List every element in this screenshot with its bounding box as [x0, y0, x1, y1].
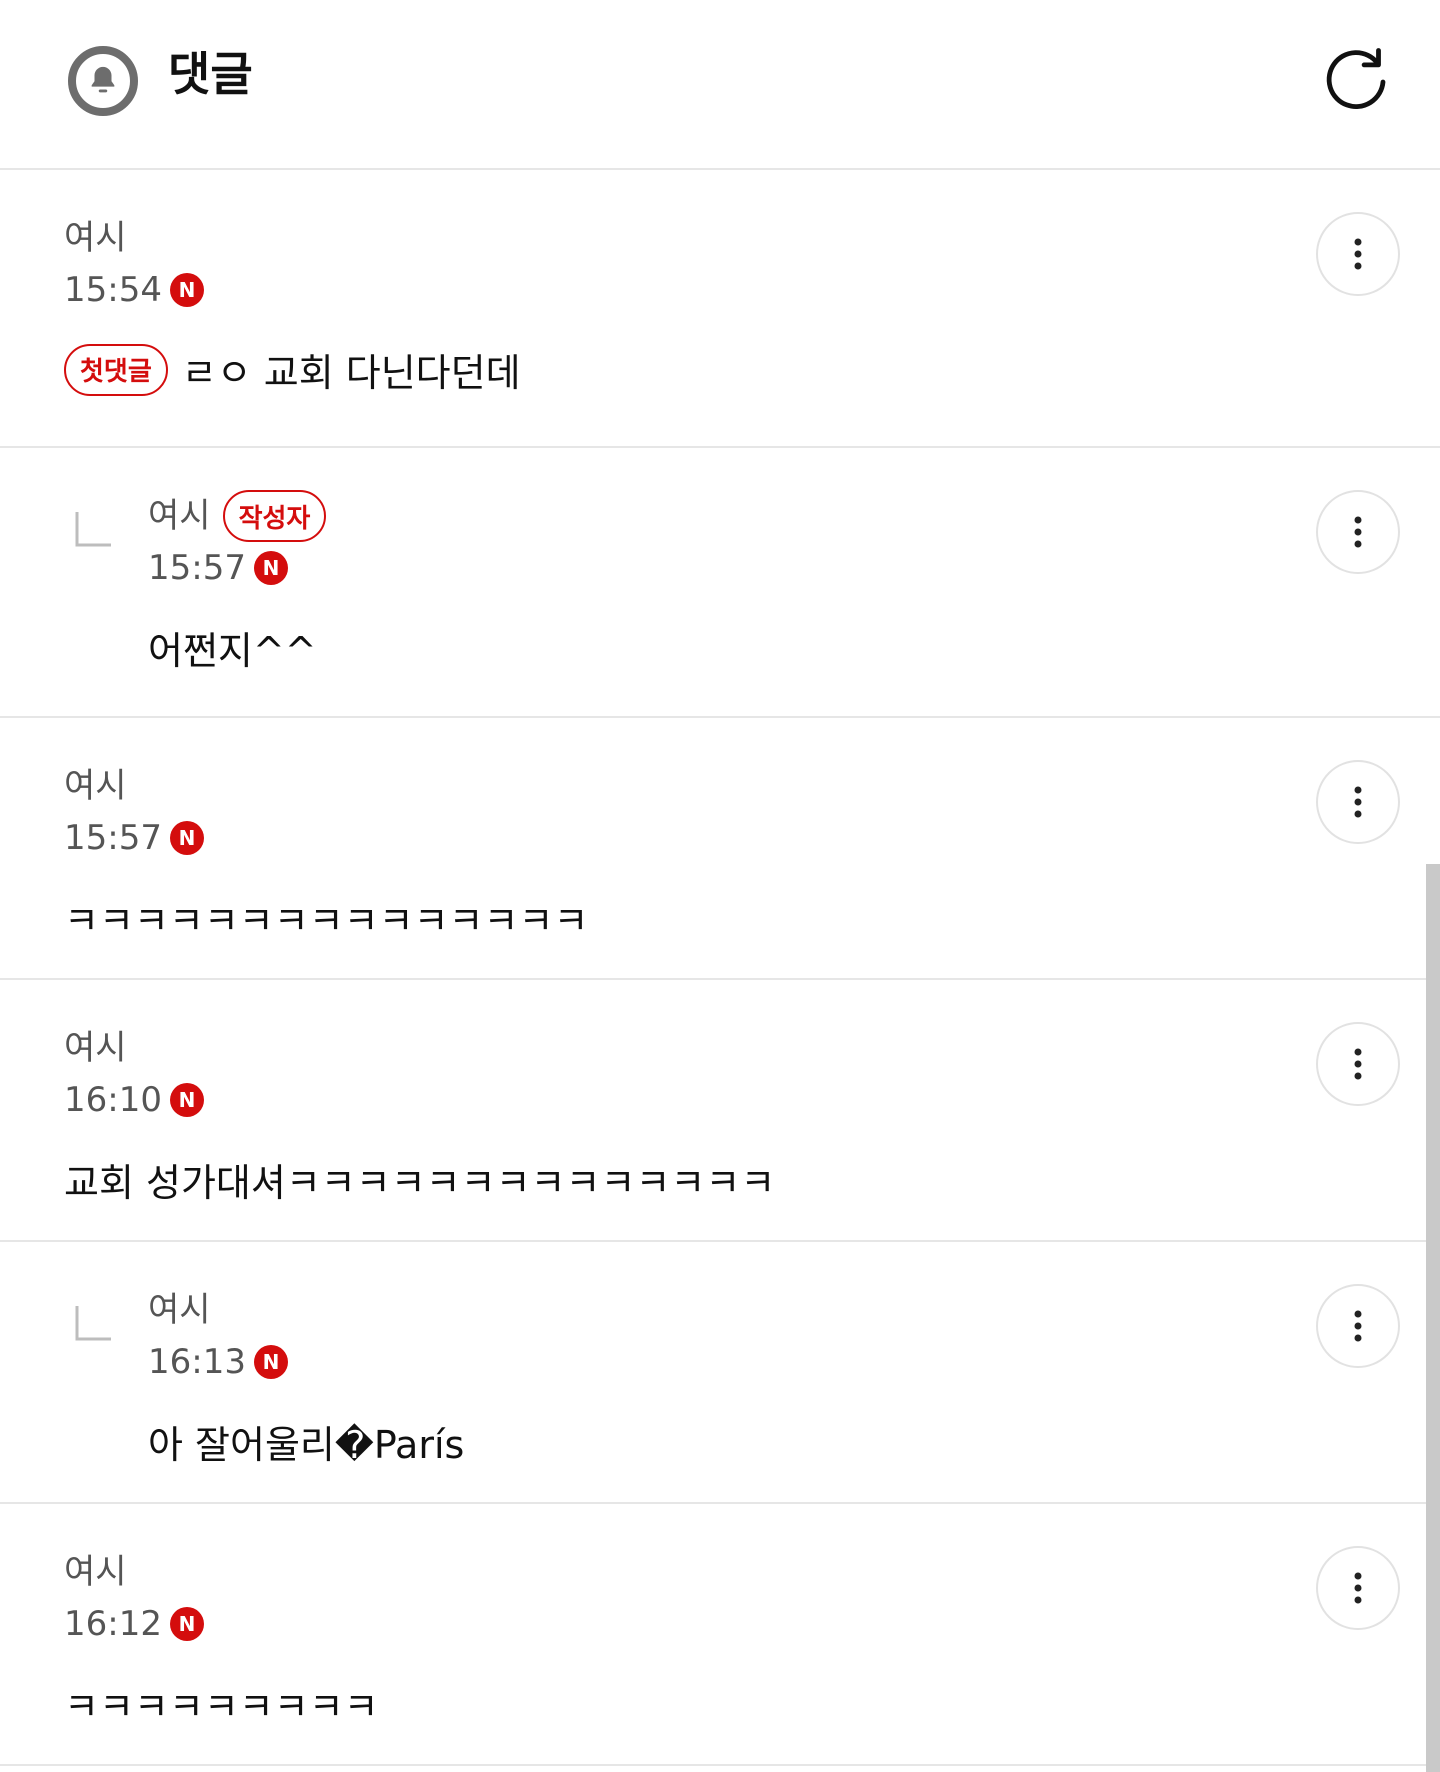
comment-text-row: 첫댓글 ㄹㅇ 교회 다닌다던데	[64, 342, 1290, 397]
comment-author: 여시	[148, 1290, 211, 1330]
more-button[interactable]	[1316, 212, 1400, 296]
comment-text-row: ㅋㅋㅋㅋㅋㅋㅋㅋㅋ	[64, 1676, 1290, 1731]
first-comment-badge: 첫댓글	[64, 343, 168, 396]
bell-icon-glyph	[91, 66, 115, 93]
comment-text-row: 교회 성가대셔ㅋㅋㅋㅋㅋㅋㅋㅋㅋㅋㅋㅋㅋㅋ	[64, 1152, 1290, 1207]
comment-time: 15:57	[64, 818, 162, 858]
comment-author-row: 여시	[64, 760, 1290, 812]
new-badge: N	[169, 1607, 204, 1641]
comments-screen: 댓글 여시 15:54 N 첫댓글 ㄹㅇ 교회 다닌다던데 여시 작성자 15:…	[0, 0, 1440, 1772]
comment-time: 16:12	[64, 1604, 162, 1644]
page-title: 댓글	[168, 47, 253, 101]
comment-author-row: 여시 작성자	[148, 490, 1290, 542]
more-icon	[1354, 1048, 1362, 1080]
comment-text: ㄹㅇ 교회 다닌다던데	[181, 351, 521, 395]
comment-text: 아 잘어울리�París	[148, 1423, 465, 1467]
comment-time: 16:13	[148, 1342, 246, 1382]
scrollbar[interactable]	[1426, 864, 1440, 1772]
comment-time-row: 16:12 N	[64, 1598, 1290, 1650]
more-button[interactable]	[1316, 760, 1400, 844]
refresh-icon[interactable]	[1316, 42, 1396, 122]
bell-icon[interactable]	[68, 46, 138, 116]
comment-author: 여시	[64, 218, 127, 258]
comment-body: 여시 작성자 15:57 N 어쩐지^^	[148, 490, 1290, 675]
comment-body: 여시 15:57 N ㅋㅋㅋㅋㅋㅋㅋㅋㅋㅋㅋㅋㅋㅋㅋ	[64, 760, 1290, 945]
comment-author-row: 여시	[64, 1022, 1290, 1074]
comment-item: 여시 16:12 N ㅋㅋㅋㅋㅋㅋㅋㅋㅋ	[0, 1504, 1440, 1766]
comment-author-row: 여시	[64, 212, 1290, 264]
comment-author-row: 여시	[148, 1284, 1290, 1336]
new-badge: N	[253, 1345, 288, 1379]
comment-item: 여시 16:10 N 교회 성가대셔ㅋㅋㅋㅋㅋㅋㅋㅋㅋㅋㅋㅋㅋㅋ	[0, 980, 1440, 1242]
comment-author: 여시	[64, 766, 127, 806]
more-icon	[1354, 1310, 1362, 1342]
more-button[interactable]	[1316, 1022, 1400, 1106]
comment-body: 여시 16:13 N 아 잘어울리�París	[148, 1284, 1290, 1469]
more-button[interactable]	[1316, 1284, 1400, 1368]
comment-body: 여시 16:12 N ㅋㅋㅋㅋㅋㅋㅋㅋㅋ	[64, 1546, 1290, 1731]
comment-time-row: 15:57 N	[64, 812, 1290, 864]
comment-text-row: ㅋㅋㅋㅋㅋㅋㅋㅋㅋㅋㅋㅋㅋㅋㅋ	[64, 890, 1290, 945]
comment-time-row: 16:10 N	[64, 1074, 1290, 1126]
comment-author: 여시	[148, 496, 211, 536]
comment-author-row: 여시	[64, 1546, 1290, 1598]
refresh-icon-glyph	[1326, 48, 1386, 109]
comment-time-row: 15:54 N	[64, 264, 1290, 316]
comment-time: 15:54	[64, 270, 162, 310]
comment-time: 15:57	[148, 548, 246, 588]
author-badge: 작성자	[222, 490, 327, 542]
comment-body: 여시 16:10 N 교회 성가대셔ㅋㅋㅋㅋㅋㅋㅋㅋㅋㅋㅋㅋㅋㅋ	[64, 1022, 1290, 1207]
reply-item: 여시 16:13 N 아 잘어울리�París	[0, 1242, 1440, 1504]
comment-text: 어쩐지^^	[148, 629, 317, 673]
more-icon	[1354, 238, 1362, 270]
more-icon	[1354, 786, 1362, 818]
more-button[interactable]	[1316, 490, 1400, 574]
comment-time-row: 15:57 N	[148, 542, 1290, 594]
comment-body: 여시 15:54 N 첫댓글 ㄹㅇ 교회 다닌다던데	[64, 212, 1290, 397]
reply-arrow-icon	[74, 1304, 114, 1344]
more-icon	[1354, 1572, 1362, 1604]
comment-text-row: 아 잘어울리�París	[148, 1414, 1290, 1469]
reply-arrow-icon	[74, 510, 114, 550]
comment-time: 16:10	[64, 1080, 162, 1120]
comment-text: ㅋㅋㅋㅋㅋㅋㅋㅋㅋ	[64, 1685, 379, 1729]
more-button[interactable]	[1316, 1546, 1400, 1630]
comment-item: 여시 15:54 N 첫댓글 ㄹㅇ 교회 다닌다던데	[0, 170, 1440, 448]
comment-text-row: 어쩐지^^	[148, 620, 1290, 675]
comment-author: 여시	[64, 1552, 127, 1592]
header: 댓글	[0, 0, 1440, 170]
comment-author: 여시	[64, 1028, 127, 1068]
new-badge: N	[169, 1083, 204, 1117]
new-badge: N	[169, 273, 204, 307]
new-badge: N	[253, 551, 288, 585]
reply-item: 여시 작성자 15:57 N 어쩐지^^	[0, 448, 1440, 718]
comment-time-row: 16:13 N	[148, 1336, 1290, 1388]
comment-text: ㅋㅋㅋㅋㅋㅋㅋㅋㅋㅋㅋㅋㅋㅋㅋ	[64, 899, 589, 943]
new-badge: N	[169, 821, 204, 855]
more-icon	[1354, 516, 1362, 548]
comment-text: 교회 성가대셔ㅋㅋㅋㅋㅋㅋㅋㅋㅋㅋㅋㅋㅋㅋ	[64, 1161, 776, 1205]
comment-item: 여시 15:57 N ㅋㅋㅋㅋㅋㅋㅋㅋㅋㅋㅋㅋㅋㅋㅋ	[0, 718, 1440, 980]
